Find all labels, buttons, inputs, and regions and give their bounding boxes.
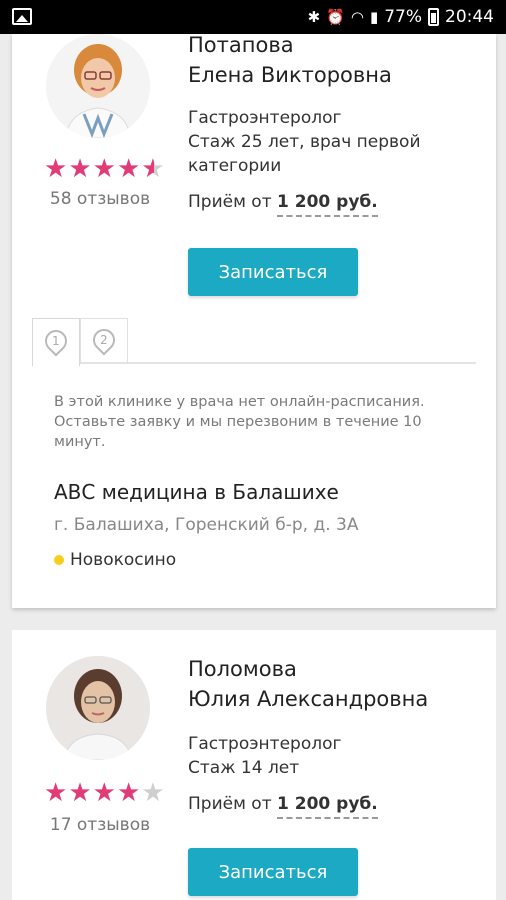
clinic-name[interactable]: АВС медицина в Балашихе bbox=[54, 480, 339, 504]
empty-star-icon: ★ bbox=[141, 778, 165, 808]
gallery-icon bbox=[12, 8, 32, 25]
price-label: Приём от bbox=[188, 192, 272, 212]
price-value: 1 200 руб. bbox=[277, 192, 378, 217]
star-icon: ★ bbox=[68, 154, 92, 184]
doctor-experience: Стаж 14 лет bbox=[188, 758, 300, 778]
status-bar: ✱ ⏰ ◠ ▮ 77% 20:44 bbox=[0, 0, 506, 34]
location-pin-icon: 2 bbox=[88, 323, 120, 356]
doctor-experience: Стаж 25 лет, врач первой bbox=[188, 132, 421, 152]
clock: 20:44 bbox=[445, 7, 494, 27]
clinic-address: г. Балашиха, Горенский б-р, д. 3А bbox=[54, 515, 359, 535]
rating-stars: ★ ★ ★ ★ ★ bbox=[44, 780, 165, 806]
metro-dot-icon bbox=[54, 555, 64, 565]
alarm-icon: ⏰ bbox=[326, 7, 345, 26]
doctor-last-name: Потапова bbox=[188, 33, 294, 57]
doctor-card[interactable]: ★ ★ ★ ★ ★ 58 отзывов Потапова Елена Викт… bbox=[12, 33, 496, 608]
wifi-icon: ◠ bbox=[350, 7, 364, 26]
bluetooth-icon: ✱ bbox=[307, 7, 321, 26]
price: Приём от 1 200 руб. bbox=[188, 794, 378, 819]
doctor-first-name: Юлия Александровна bbox=[188, 687, 429, 711]
doctor-experience-cont: категории bbox=[188, 156, 282, 176]
book-button[interactable]: Записаться bbox=[188, 248, 358, 296]
doctor-avatar bbox=[46, 34, 150, 138]
rating-stars: ★ ★ ★ ★ ★ bbox=[44, 156, 165, 182]
schedule-notice: В этой клинике у врача нет онлайн-распис… bbox=[54, 394, 425, 450]
price-label: Приём от bbox=[188, 794, 272, 814]
star-icon: ★ bbox=[68, 778, 92, 808]
doctor-last-name: Поломова bbox=[188, 657, 297, 681]
metro-name: Новокосино bbox=[70, 550, 177, 570]
star-icon: ★ bbox=[44, 154, 68, 184]
reviews-count[interactable]: 17 отзывов bbox=[38, 815, 162, 835]
price: Приём от 1 200 руб. bbox=[188, 192, 378, 217]
signal-icon: ▮ bbox=[369, 7, 379, 26]
price-value: 1 200 руб. bbox=[277, 794, 378, 819]
half-star-icon: ★ bbox=[141, 154, 165, 184]
doctor-card[interactable]: ★ ★ ★ ★ ★ 17 отзывов Поломова Юлия Алекс… bbox=[12, 630, 496, 900]
doctor-first-name: Елена Викторовна bbox=[188, 63, 392, 87]
location-pin-icon: 1 bbox=[40, 324, 72, 357]
tab-clinic-1[interactable]: 1 bbox=[32, 318, 80, 366]
metro-station: Новокосино bbox=[54, 550, 176, 570]
doctor-avatar bbox=[46, 656, 150, 760]
battery-icon bbox=[428, 8, 439, 26]
star-icon: ★ bbox=[116, 154, 141, 184]
tab-clinic-2[interactable]: 2 bbox=[80, 318, 128, 364]
doctor-specialty: Гастроэнтеролог bbox=[188, 108, 342, 128]
clinic-tabs: 1 2 bbox=[32, 318, 476, 366]
doctor-specialty: Гастроэнтеролог bbox=[188, 734, 342, 754]
star-icon: ★ bbox=[44, 778, 68, 808]
reviews-count[interactable]: 58 отзывов bbox=[38, 189, 162, 209]
book-button[interactable]: Записаться bbox=[188, 848, 358, 896]
star-icon: ★ bbox=[92, 778, 116, 808]
star-icon: ★ bbox=[116, 778, 141, 808]
battery-percent: 77% bbox=[384, 7, 422, 27]
star-icon: ★ bbox=[92, 154, 116, 184]
